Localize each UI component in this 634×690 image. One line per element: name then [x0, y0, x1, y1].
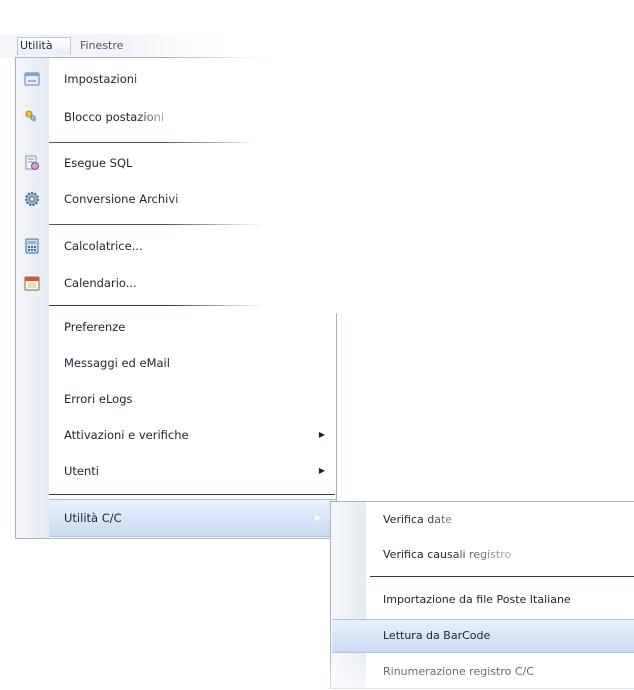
submenu-separator: [370, 576, 634, 577]
menu-item-calcolatrice[interactable]: Calcolatrice...: [15, 228, 337, 264]
utilita-cc-submenu: Verifica date Verifica causali registro …: [330, 501, 634, 689]
menu-item-label: Impostazioni: [64, 72, 138, 86]
submenu-item-rinumerazione[interactable]: Rinumerazione registro C/C: [330, 655, 634, 689]
menu-item-messaggi-email[interactable]: Messaggi ed eMail: [15, 345, 337, 381]
menu-item-label: Attivazioni e verifiche: [64, 428, 189, 442]
calculator-icon: [24, 238, 40, 254]
submenu-item-importazione-poste[interactable]: Importazione da file Poste Italiane: [330, 583, 634, 617]
submenu-item-label: Importazione da file Poste Italiane: [383, 593, 571, 606]
calendar-icon: [24, 275, 40, 291]
submenu-item-label: Verifica causali registro: [383, 548, 512, 561]
submenu-arrow-icon: ▶: [318, 430, 325, 439]
menu-item-esegue-sql[interactable]: Esegue SQL: [15, 145, 337, 181]
menu-item-label: Esegue SQL: [64, 156, 133, 170]
menu-item-preferenze[interactable]: Preferenze: [15, 309, 337, 345]
menu-finestre[interactable]: Finestre: [80, 37, 123, 55]
submenu-arrow-icon: ▶: [314, 513, 321, 522]
menu-item-calendario[interactable]: Calendario...: [15, 265, 337, 301]
menu-item-label: Calendario...: [64, 276, 137, 290]
submenu-item-label: Rinumerazione registro C/C: [383, 665, 534, 678]
menu-separator: [49, 142, 249, 143]
menu-item-impostazioni[interactable]: Impostazioni: [15, 61, 337, 97]
menu-utilita[interactable]: Utilità: [17, 37, 71, 55]
menu-item-label: Blocco postazioni: [64, 110, 165, 124]
menu-item-blocco-postazioni[interactable]: Blocco postazioni: [15, 99, 337, 135]
settings-window-icon: [24, 71, 40, 87]
menu-item-label: Errori eLogs: [64, 392, 133, 406]
menu-separator: [49, 305, 259, 306]
menu-item-label: Preferenze: [64, 320, 126, 334]
menu-item-conversione-archivi[interactable]: Conversione Archivi: [15, 181, 337, 217]
keys-icon: [24, 109, 40, 125]
submenu-arrow-icon: ▶: [318, 466, 325, 475]
utilita-dropdown-menu: Impostazioni Blocco postazioni Esegue SQ…: [15, 57, 337, 539]
menu-item-label: Calcolatrice...: [64, 239, 143, 253]
menu-separator: [49, 224, 259, 225]
submenu-item-label: Lettura da BarCode: [383, 629, 491, 642]
submenu-item-label: Verifica date: [383, 513, 453, 526]
submenu-item-verifica-causali[interactable]: Verifica causali registro: [330, 538, 634, 572]
menu-item-utilita-cc[interactable]: Utilità C/C ▶: [49, 499, 337, 537]
menu-item-label: Utilità C/C: [64, 511, 122, 525]
menu-item-attivazioni-verifiche[interactable]: Attivazioni e verifiche ▶: [15, 417, 337, 453]
menu-item-label: Utenti: [64, 464, 99, 478]
menu-item-utenti[interactable]: Utenti ▶: [15, 453, 337, 489]
menubar: Utilità Finestre: [0, 34, 240, 58]
submenu-item-lettura-barcode[interactable]: Lettura da BarCode: [332, 619, 634, 653]
menu-separator: [49, 494, 335, 495]
menu-item-errori-elogs[interactable]: Errori eLogs: [15, 381, 337, 417]
submenu-item-verifica-date[interactable]: Verifica date: [330, 503, 634, 537]
menu-item-label: Conversione Archivi: [64, 192, 179, 206]
screen: Utilità Finestre Impostazioni Blocco pos…: [0, 0, 634, 690]
sql-script-icon: [24, 155, 40, 171]
menu-item-label: Messaggi ed eMail: [64, 356, 170, 370]
gear-icon: [24, 191, 40, 207]
